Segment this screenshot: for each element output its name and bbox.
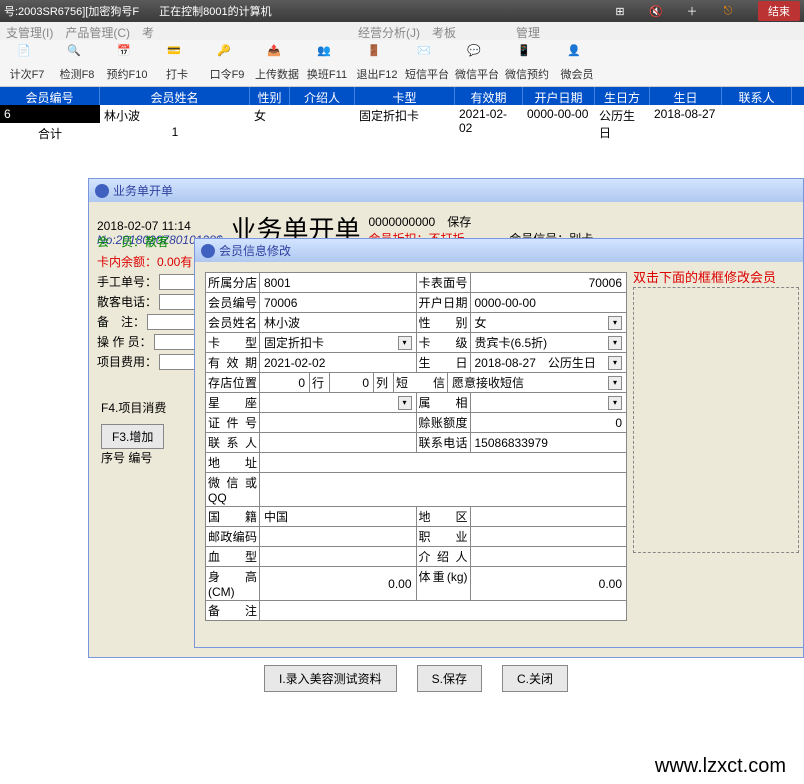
window-icon xyxy=(201,244,215,258)
postcode-field[interactable] xyxy=(260,527,417,546)
chevron-down-icon: ▾ xyxy=(398,336,412,350)
credit-field[interactable]: 0 xyxy=(471,413,627,432)
tool-wechat[interactable]: 💬微信平台 xyxy=(452,44,502,82)
height-field[interactable]: 0.00 xyxy=(260,567,417,600)
svc-left-panel: 会 员：散客 卡内余额：0.00有 手工单号： 散客电话： 备 注： 操 作 员… xyxy=(97,233,191,373)
titlebar-pin-icon[interactable]: ⎋ xyxy=(714,2,742,20)
memno-field[interactable]: 70006 xyxy=(260,293,417,312)
save-button[interactable]: S.保存 xyxy=(417,665,482,692)
chevron-down-icon: ▾ xyxy=(608,356,622,370)
sms-field[interactable]: 愿意接收短信▾ xyxy=(448,373,626,392)
f3-add-button[interactable]: F3.增加 xyxy=(101,424,164,449)
expire-field[interactable]: 2021-02-02 xyxy=(260,353,417,372)
window-icon xyxy=(95,184,109,198)
weight-field[interactable]: 0.00 xyxy=(471,567,627,600)
tool-password[interactable]: 🔑口令F9 xyxy=(202,44,252,82)
tool-upload[interactable]: 📤上传数据 xyxy=(252,44,302,82)
titlebar-icon[interactable]: ⊞ xyxy=(606,2,634,20)
belong-field[interactable]: ▾ xyxy=(471,393,627,412)
tool-reserve[interactable]: 📅预约F10 xyxy=(102,44,152,82)
job-field[interactable] xyxy=(471,527,627,546)
remote-titlebar: 号:2003SR6756][加密狗号F 正在控制8001的计算机 ⊞ 🔇 ＋ ⎋… xyxy=(0,0,804,22)
nation-field[interactable]: 中国 xyxy=(260,507,417,526)
member-edit-window: 会员信息修改 双击下面的框框修改会员 所属分店8001卡表面号70006 会员编… xyxy=(194,238,804,648)
watermark: www.lzxct.com xyxy=(655,755,786,778)
tool-sms[interactable]: ✉️短信平台 xyxy=(402,44,452,82)
svc-datetime: 2018-02-07 11:14 xyxy=(97,219,222,233)
titlebar-plus-icon[interactable]: ＋ xyxy=(678,2,706,20)
birth-field[interactable]: 2018-08-27 公历生日▾ xyxy=(471,353,627,372)
import-beauty-button[interactable]: I.录入美容测试资料 xyxy=(264,665,397,692)
contact-field[interactable] xyxy=(260,433,417,452)
title-center: 正在控制8001的计算机 xyxy=(159,3,271,19)
opendate-field[interactable]: 0000-00-00 xyxy=(471,293,627,312)
tool-shift[interactable]: 👥换班F11 xyxy=(302,44,352,82)
tool-micro-member[interactable]: 👤微会员 xyxy=(552,44,602,82)
region-field[interactable] xyxy=(471,507,627,526)
tool-jici[interactable]: 📄计次F7 xyxy=(2,44,52,82)
name-field[interactable]: 林小波 xyxy=(260,313,417,332)
certno-field[interactable] xyxy=(260,413,417,432)
mem-photo-area[interactable] xyxy=(633,287,799,553)
close-button[interactable]: C.关闭 xyxy=(502,665,568,692)
titlebar-sound-icon[interactable]: 🔇 xyxy=(642,2,670,20)
menubar[interactable]: 支管理(I) 产品管理(C) 考 经营分析(J) 考板 管理 xyxy=(0,22,804,40)
tool-check[interactable]: 🔍检测F8 xyxy=(52,44,102,82)
chevron-down-icon: ▾ xyxy=(398,396,412,410)
tool-wechat-reserve[interactable]: 📱微信预约 xyxy=(502,44,552,82)
remark-input[interactable] xyxy=(147,314,197,330)
cardtype-field[interactable]: 固定折扣卡▾ xyxy=(260,333,417,352)
chevron-down-icon: ▾ xyxy=(608,336,622,350)
chevron-down-icon: ▾ xyxy=(608,396,622,410)
mem-titlebar[interactable]: 会员信息修改 xyxy=(195,239,803,262)
title-left: 号:2003SR6756][加密狗号F xyxy=(4,3,139,19)
mem-hint: 双击下面的框框修改会员 xyxy=(633,267,776,286)
tool-exit[interactable]: 🚪退出F12 xyxy=(352,44,402,82)
svc-titlebar[interactable]: 业务单开单 xyxy=(89,179,803,202)
f4-label[interactable]: F4.项目消费 xyxy=(101,401,166,415)
branch-field[interactable]: 8001 xyxy=(260,273,417,292)
chevron-down-icon: ▾ xyxy=(608,376,622,390)
note-field[interactable] xyxy=(260,601,626,620)
grid-total: 合计 1 xyxy=(0,123,804,141)
zodiac-field[interactable]: ▾ xyxy=(260,393,417,412)
tel-field[interactable]: 15086833979 xyxy=(471,433,627,452)
grid-row[interactable]: 6 林小波女 固定折扣卡 2021-02-020000-00-00 公历生日20… xyxy=(0,105,804,123)
end-session-button[interactable]: 结束 xyxy=(758,1,800,21)
grid-header: 会员编号会员姓名 性别介绍人 卡型有效期 开户日期生日方式 生日联系人 xyxy=(0,87,804,105)
svc-save[interactable]: 保存 xyxy=(447,215,471,229)
addr-field[interactable] xyxy=(260,453,626,472)
member-form: 所属分店8001卡表面号70006 会员编号70006开户日期0000-00-0… xyxy=(205,272,627,621)
blood-field[interactable] xyxy=(260,547,417,566)
cardlevel-field[interactable]: 贵宾卡(6.5折)▾ xyxy=(471,333,627,352)
seq-header: 序号 编号 xyxy=(101,449,152,466)
storepos-field[interactable]: 0 xyxy=(260,373,310,392)
wechat-field[interactable] xyxy=(260,473,626,506)
main-toolbar: 📄计次F7 🔍检测F8 📅预约F10 💳打卡 🔑口令F9 📤上传数据 👥换班F1… xyxy=(0,40,804,87)
referrer-field[interactable] xyxy=(471,547,627,566)
sex-field[interactable]: 女▾ xyxy=(471,313,627,332)
tool-punch[interactable]: 💳打卡 xyxy=(152,44,202,82)
chevron-down-icon: ▾ xyxy=(608,316,622,330)
surface-field[interactable]: 70006 xyxy=(471,273,627,292)
